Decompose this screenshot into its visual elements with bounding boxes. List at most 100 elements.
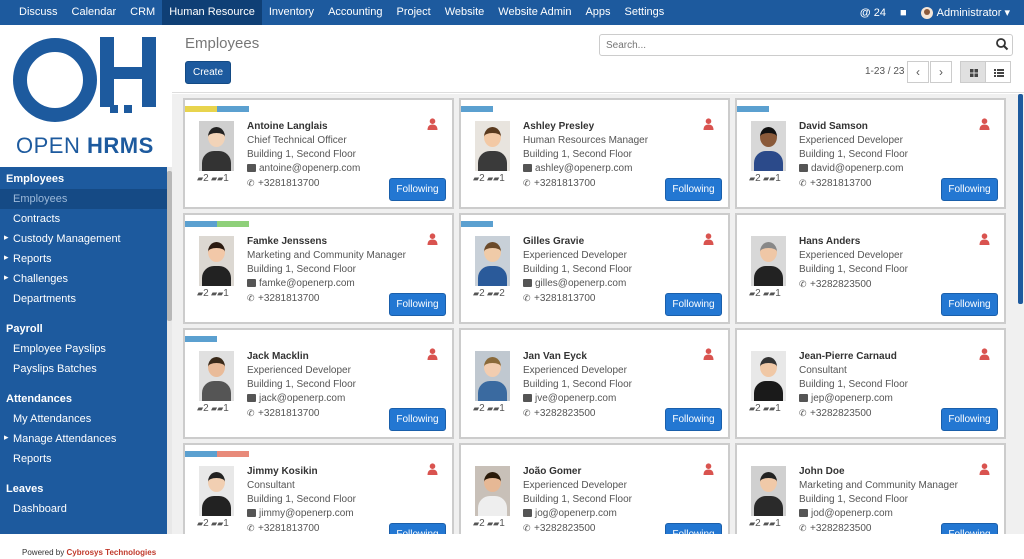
menu-item-accounting[interactable]: Accounting bbox=[321, 0, 389, 25]
sidebar-item-employee-payslips[interactable]: Employee Payslips bbox=[0, 339, 167, 359]
employee-name[interactable]: Jimmy Kosikin bbox=[247, 465, 356, 479]
employee-phone-text: +3281813700 bbox=[258, 523, 320, 534]
following-button[interactable]: Following bbox=[941, 178, 998, 201]
employee-card[interactable]: ▰2 ▰▰1 João Gomer Experienced Developer Bui… bbox=[459, 443, 730, 534]
following-button[interactable]: Following bbox=[389, 293, 446, 316]
employee-photo[interactable] bbox=[751, 466, 786, 516]
employee-card[interactable]: ▰2 ▰▰1 Antoine Langlais Chief Technical Of… bbox=[183, 98, 454, 209]
following-button[interactable]: Following bbox=[941, 523, 998, 534]
employee-name[interactable]: Ashley Presley bbox=[523, 120, 648, 134]
sidebar-item-dashboard[interactable]: Dashboard bbox=[0, 499, 167, 519]
employee-name[interactable]: Famke Jenssens bbox=[247, 235, 406, 249]
menu-item-website-admin[interactable]: Website Admin bbox=[491, 0, 578, 25]
following-button[interactable]: Following bbox=[665, 293, 722, 316]
menu-item-discuss[interactable]: Discuss bbox=[12, 0, 65, 25]
menu-item-crm[interactable]: CRM bbox=[123, 0, 162, 25]
kanban-view-button[interactable] bbox=[960, 61, 986, 83]
sidebar-item-payslips-batches[interactable]: Payslips Batches bbox=[0, 359, 167, 379]
menu-item-website[interactable]: Website bbox=[438, 0, 492, 25]
phone-icon: ✆ bbox=[799, 523, 807, 533]
employee-photo[interactable] bbox=[751, 351, 786, 401]
employee-name[interactable]: Antoine Langlais bbox=[247, 120, 360, 134]
employee-card[interactable]: ▰2 ▰▰1 John Doe Marketing and Community Ma… bbox=[735, 443, 1006, 534]
company-logo[interactable]: OPEN HRMS bbox=[0, 25, 172, 167]
employee-photo[interactable] bbox=[475, 236, 510, 286]
employee-name[interactable]: João Gomer bbox=[523, 465, 632, 479]
sidebar-item-challenges[interactable]: Challenges bbox=[0, 269, 167, 289]
employee-name[interactable]: Hans Anders bbox=[799, 235, 908, 249]
following-button[interactable]: Following bbox=[665, 408, 722, 431]
sidebar-item-my-attendances[interactable]: My Attendances bbox=[0, 409, 167, 429]
employee-card[interactable]: ▰2 ▰▰1 Jack Macklin Experienced Developer B… bbox=[183, 328, 454, 439]
pager-previous-button[interactable]: ‹ bbox=[907, 61, 929, 83]
employee-email-text[interactable]: david@openerp.com bbox=[811, 163, 903, 174]
sidebar-item-manage-attendances[interactable]: Manage Attendances bbox=[0, 429, 167, 449]
employee-photo[interactable] bbox=[751, 121, 786, 171]
employee-photo[interactable] bbox=[199, 121, 234, 171]
following-button[interactable]: Following bbox=[665, 523, 722, 534]
sidebar-item-contracts[interactable]: Contracts bbox=[0, 209, 167, 229]
employee-card[interactable]: ▰2 ▰▰1 Jean-Pierre Carnaud Consultant Build… bbox=[735, 328, 1006, 439]
menu-item-human-resource[interactable]: Human Resource bbox=[162, 0, 262, 25]
pager-value[interactable]: 1-23 / 23 bbox=[865, 66, 904, 77]
sidebar-item-custody-management[interactable]: Custody Management bbox=[0, 229, 167, 249]
list-view-button[interactable] bbox=[985, 61, 1011, 83]
sidebar-item-reports[interactable]: Reports bbox=[0, 249, 167, 269]
sidebar-item-departments[interactable]: Departments bbox=[0, 289, 167, 309]
employee-name[interactable]: Jean-Pierre Carnaud bbox=[799, 350, 908, 364]
following-button[interactable]: Following bbox=[665, 178, 722, 201]
menu-item-calendar[interactable]: Calendar bbox=[65, 0, 124, 25]
employee-card[interactable]: ▰2 ▰▰2 Gilles Gravie Experienced Developer… bbox=[459, 213, 730, 324]
employee-name[interactable]: Jack Macklin bbox=[247, 350, 356, 364]
employee-email-text[interactable]: jep@openerp.com bbox=[811, 393, 893, 404]
phone-icon: ✆ bbox=[799, 178, 807, 188]
employee-email-text[interactable]: antoine@openerp.com bbox=[259, 163, 360, 174]
messages-indicator[interactable]: @ 24 bbox=[860, 7, 886, 19]
employee-name[interactable]: Jan Van Eyck bbox=[523, 350, 632, 364]
employee-email-text[interactable]: jve@openerp.com bbox=[535, 393, 616, 404]
sidebar-item-reports[interactable]: Reports bbox=[0, 449, 167, 469]
following-button[interactable]: Following bbox=[941, 408, 998, 431]
main-scrollbar[interactable] bbox=[1016, 94, 1024, 534]
menu-item-settings[interactable]: Settings bbox=[618, 0, 672, 25]
user-menu[interactable]: Administrator ▾ bbox=[920, 6, 1010, 20]
employee-photo[interactable] bbox=[475, 351, 510, 401]
following-button[interactable]: Following bbox=[389, 523, 446, 534]
employee-photo[interactable] bbox=[751, 236, 786, 286]
employee-card[interactable]: ▰2 ▰▰1 Famke Jenssens Marketing and Commun… bbox=[183, 213, 454, 324]
following-button[interactable]: Following bbox=[389, 178, 446, 201]
employee-email-text[interactable]: ashley@openerp.com bbox=[535, 163, 632, 174]
employee-photo[interactable] bbox=[199, 236, 234, 286]
employee-email-text[interactable]: jod@openerp.com bbox=[811, 508, 893, 519]
employee-photo[interactable] bbox=[199, 351, 234, 401]
employee-email-text[interactable]: jimmy@openerp.com bbox=[259, 508, 354, 519]
employee-card[interactable]: ▰2 ▰▰1 Hans Anders Experienced Developer Bu… bbox=[735, 213, 1006, 324]
employee-card[interactable]: ▰2 ▰▰1 Ashley Presley Human Resources Mana… bbox=[459, 98, 730, 209]
powered-company-link[interactable]: Cybrosys Technologies bbox=[66, 548, 156, 557]
search-input[interactable] bbox=[599, 34, 1013, 56]
employee-name[interactable]: Gilles Gravie bbox=[523, 235, 632, 249]
menu-item-project[interactable]: Project bbox=[390, 0, 438, 25]
employee-card[interactable]: ▰2 ▰▰1 David Samson Experienced Developer B… bbox=[735, 98, 1006, 209]
employee-email-text[interactable]: famke@openerp.com bbox=[259, 278, 355, 289]
menu-item-inventory[interactable]: Inventory bbox=[262, 0, 321, 25]
employee-card[interactable]: ▰2 ▰▰1 Jimmy Kosikin Consultant Building 1,… bbox=[183, 443, 454, 534]
following-button[interactable]: Following bbox=[389, 408, 446, 431]
employee-email-text[interactable]: jack@openerp.com bbox=[259, 393, 345, 404]
chat-icon[interactable]: ■ bbox=[900, 7, 907, 19]
search-icon[interactable] bbox=[995, 37, 1009, 51]
employee-photo[interactable] bbox=[199, 466, 234, 516]
sidebar-item-employees[interactable]: Employees bbox=[0, 189, 167, 209]
following-button[interactable]: Following bbox=[941, 293, 998, 316]
followers-icon: ▰▰ bbox=[484, 289, 500, 298]
create-button[interactable]: Create bbox=[185, 61, 231, 84]
pager-next-button[interactable]: › bbox=[930, 61, 952, 83]
employee-photo[interactable] bbox=[475, 466, 510, 516]
employee-email-text[interactable]: gilles@openerp.com bbox=[535, 278, 626, 289]
employee-card[interactable]: ▰2 ▰▰1 Jan Van Eyck Experienced Developer B… bbox=[459, 328, 730, 439]
employee-email-text[interactable]: jog@openerp.com bbox=[535, 508, 617, 519]
employee-name[interactable]: David Samson bbox=[799, 120, 908, 134]
employee-photo[interactable] bbox=[475, 121, 510, 171]
employee-name[interactable]: John Doe bbox=[799, 465, 958, 479]
menu-item-apps[interactable]: Apps bbox=[578, 0, 617, 25]
